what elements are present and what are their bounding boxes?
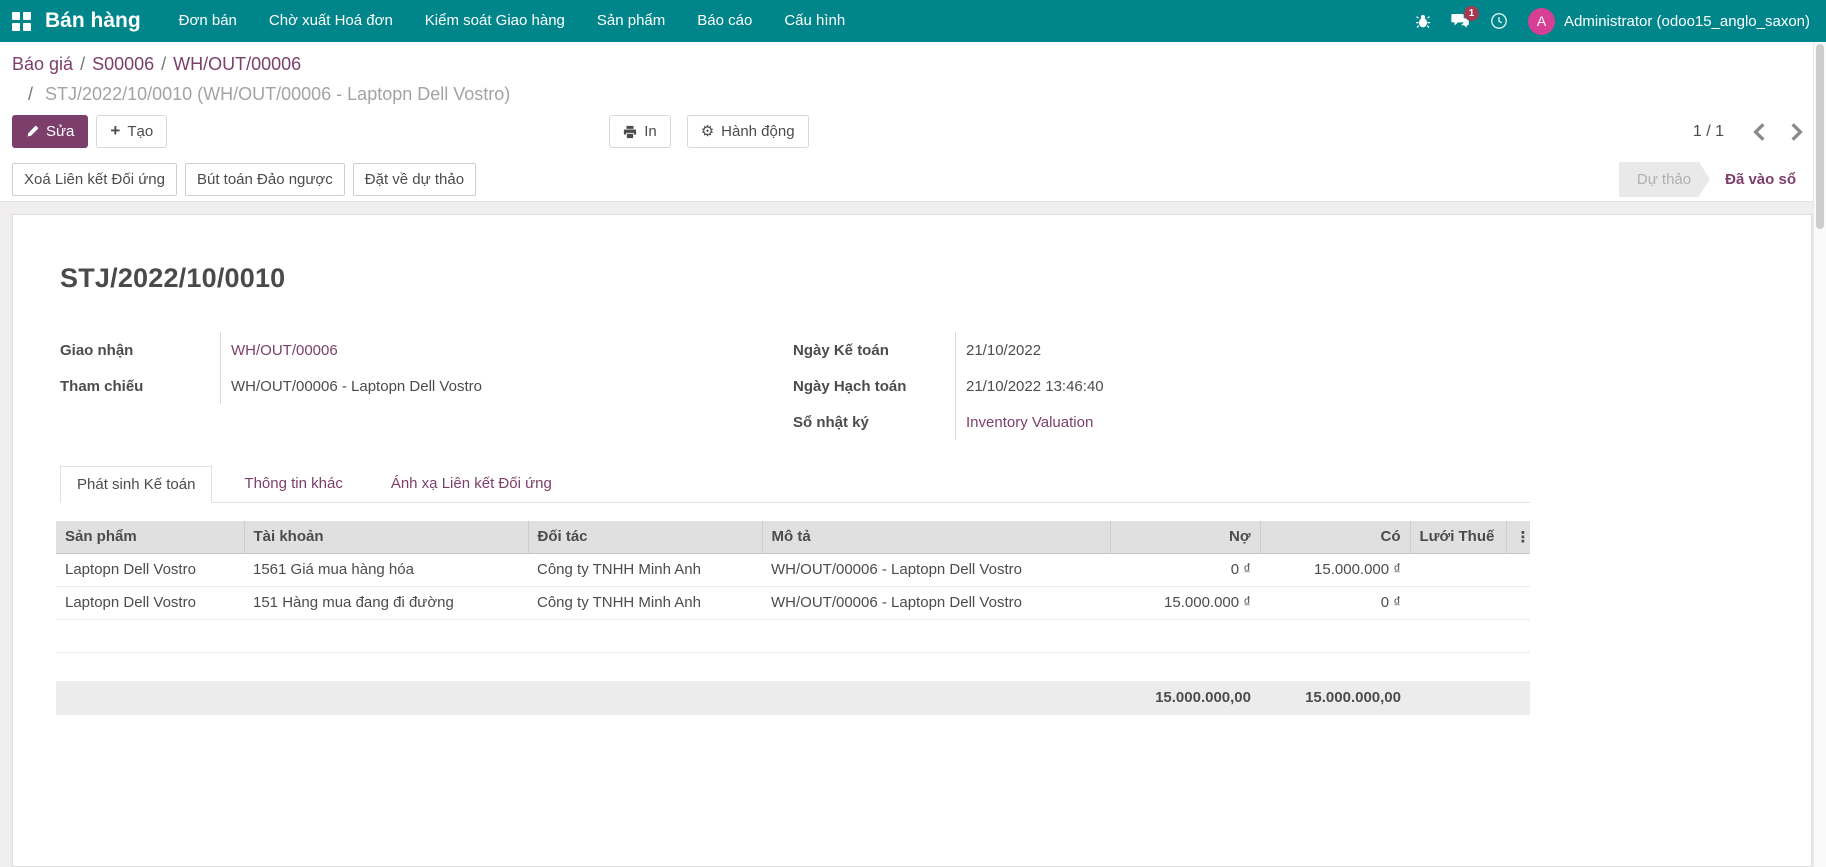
vertical-scrollbar[interactable] <box>1813 42 1826 867</box>
table-row[interactable]: Laptopn Dell Vostro 151 Hàng mua đang đi… <box>56 586 1530 619</box>
reverse-entry-button[interactable]: Bút toán Đảo ngược <box>185 163 345 196</box>
notebook-tabs: Phát sinh Kế toán Thông tin khác Ánh xạ … <box>60 466 1530 503</box>
nav-item-bao-cao[interactable]: Báo cáo <box>681 0 768 42</box>
top-navbar: Bán hàng Đơn bán Chờ xuất Hoá đơn Kiểm s… <box>0 0 1826 42</box>
col-header-tai-khoan[interactable]: Tài khoản <box>244 521 528 553</box>
breadcrumb-link-s00006[interactable]: S00006 <box>92 54 154 74</box>
printer-icon <box>623 125 637 139</box>
col-header-doi-tac[interactable]: Đối tác <box>528 521 762 553</box>
form-sheet: STJ/2022/10/0010 Giao nhận WH/OUT/00006 … <box>12 214 1812 867</box>
table-empty-row <box>56 619 1530 652</box>
print-button[interactable]: In <box>609 115 671 148</box>
breadcrumb-separator: / <box>28 84 33 104</box>
status-step-draft[interactable]: Dự thảo <box>1619 162 1699 197</box>
pager-next-button[interactable] <box>1781 119 1812 145</box>
nav-item-cau-hinh[interactable]: Cấu hình <box>768 0 861 42</box>
col-header-co[interactable]: Có <box>1260 521 1410 553</box>
field-label-ngay-ke-toan: Ngày Kế toán <box>793 332 955 368</box>
create-button[interactable]: Tạo <box>96 115 167 148</box>
apps-grid-icon[interactable] <box>12 12 31 31</box>
message-count-badge: 1 <box>1464 6 1479 21</box>
pager-previous-button[interactable] <box>1744 119 1775 145</box>
field-value-ngay-hach-toan: 21/10/2022 13:46:40 <box>966 378 1104 395</box>
app-name[interactable]: Bán hàng <box>45 9 141 33</box>
field-value-so-nhat-ky[interactable]: Inventory Valuation <box>966 414 1093 431</box>
nav-item-san-pham[interactable]: Sản phẩm <box>581 0 681 42</box>
journal-items-table: Sản phẩm Tài khoản Đối tác Mô tả Nợ Có L… <box>56 521 1530 653</box>
table-row[interactable]: Laptopn Dell Vostro 1561 Giá mua hàng hó… <box>56 553 1530 586</box>
tab-thong-tin-khac[interactable]: Thông tin khác <box>228 466 358 502</box>
nav-item-don-ban[interactable]: Đơn bán <box>163 0 253 42</box>
totals-row: 15.000.000,00 15.000.000,00 <box>56 681 1530 715</box>
form-statusbar: Xoá Liên kết Đối ứng Bút toán Đảo ngược … <box>0 157 1826 202</box>
field-label-so-nhat-ky: Sổ nhật ký <box>793 404 955 440</box>
status-step-posted[interactable]: Đã vào sổ <box>1699 162 1812 197</box>
status-widget: Dự thảo Đã vào sổ <box>1619 162 1812 197</box>
field-value-tham-chieu: WH/OUT/00006 - Laptopn Dell Vostro <box>231 378 482 395</box>
chat-bubbles-icon[interactable]: 1 <box>1451 13 1470 30</box>
record-title: STJ/2022/10/0010 <box>60 263 1811 294</box>
pager: 1 / 1 <box>1693 119 1812 145</box>
nav-item-kiem-soat-giao-hang[interactable]: Kiểm soát Giao hàng <box>409 0 581 42</box>
plus-icon <box>110 123 120 140</box>
optional-columns-button[interactable] <box>1506 521 1530 553</box>
action-buttons-row: Sửa Tạo In <box>12 115 1812 148</box>
scrollbar-thumb[interactable] <box>1816 44 1824 229</box>
breadcrumb-link-wh-out[interactable]: WH/OUT/00006 <box>173 54 301 74</box>
field-label-ngay-hach-toan: Ngày Hạch toán <box>793 368 955 404</box>
edit-button[interactable]: Sửa <box>12 115 88 148</box>
form-view: STJ/2022/10/0010 Giao nhận WH/OUT/00006 … <box>0 202 1826 867</box>
bug-icon[interactable] <box>1415 13 1431 29</box>
avatar: A <box>1528 8 1555 35</box>
field-groups: Giao nhận WH/OUT/00006 Tham chiếu WH/OUT… <box>60 332 1526 440</box>
reset-to-draft-button[interactable]: Đặt về dự thảo <box>353 163 476 196</box>
breadcrumb-link-bao-gia[interactable]: Báo giá <box>12 54 73 74</box>
odoo-window: Bán hàng Đơn bán Chờ xuất Hoá đơn Kiểm s… <box>0 0 1826 867</box>
pager-counter[interactable]: 1 / 1 <box>1693 123 1724 141</box>
col-header-mo-ta[interactable]: Mô tả <box>762 521 1110 553</box>
field-value-ngay-ke-toan: 21/10/2022 <box>966 342 1041 359</box>
tab-phat-sinh-ke-toan[interactable]: Phát sinh Kế toán <box>60 466 212 503</box>
pencil-icon <box>26 125 39 138</box>
field-value-giao-nhan[interactable]: WH/OUT/00006 <box>231 342 338 359</box>
systray: 1 A Administrator (odoo15_anglo_saxon) <box>1415 8 1810 35</box>
user-menu[interactable]: A Administrator (odoo15_anglo_saxon) <box>1528 8 1810 35</box>
breadcrumb-current: STJ/2022/10/0010 (WH/OUT/00006 - Laptopn… <box>45 84 510 104</box>
tab-anh-xa-lien-ket-doi-ung[interactable]: Ánh xạ Liên kết Đối ứng <box>375 466 568 502</box>
field-label-tham-chieu: Tham chiếu <box>60 368 220 404</box>
total-credit: 15.000.000,00 <box>1260 681 1410 715</box>
total-debit: 15.000.000,00 <box>1110 681 1260 715</box>
clock-icon[interactable] <box>1490 12 1508 30</box>
breadcrumb: Báo giá / S00006 / WH/OUT/00006 / STJ/2022/1… <box>12 49 1812 109</box>
breadcrumb-separator: / <box>80 54 85 74</box>
table-header-row: Sản phẩm Tài khoản Đối tác Mô tả Nợ Có L… <box>56 521 1530 553</box>
main-menu: Đơn bán Chờ xuất Hoá đơn Kiểm soát Giao … <box>163 0 862 42</box>
col-header-no[interactable]: Nợ <box>1110 521 1260 553</box>
breadcrumb-separator: / <box>161 54 166 74</box>
nav-item-cho-xuat-hoa-don[interactable]: Chờ xuất Hoá đơn <box>253 0 409 42</box>
kebab-icon <box>1516 529 1531 546</box>
control-panel: Báo giá / S00006 / WH/OUT/00006 / STJ/2022/1… <box>0 42 1826 157</box>
action-menu-button[interactable]: Hành động <box>687 115 809 148</box>
col-header-luoi-thue[interactable]: Lưới Thuế <box>1410 521 1506 553</box>
col-header-san-pham[interactable]: Sản phẩm <box>56 521 244 553</box>
user-name: Administrator (odoo15_anglo_saxon) <box>1564 13 1810 30</box>
unreconcile-button[interactable]: Xoá Liên kết Đối ứng <box>12 163 177 196</box>
field-label-giao-nhan: Giao nhận <box>60 332 220 368</box>
gear-icon <box>701 123 714 140</box>
